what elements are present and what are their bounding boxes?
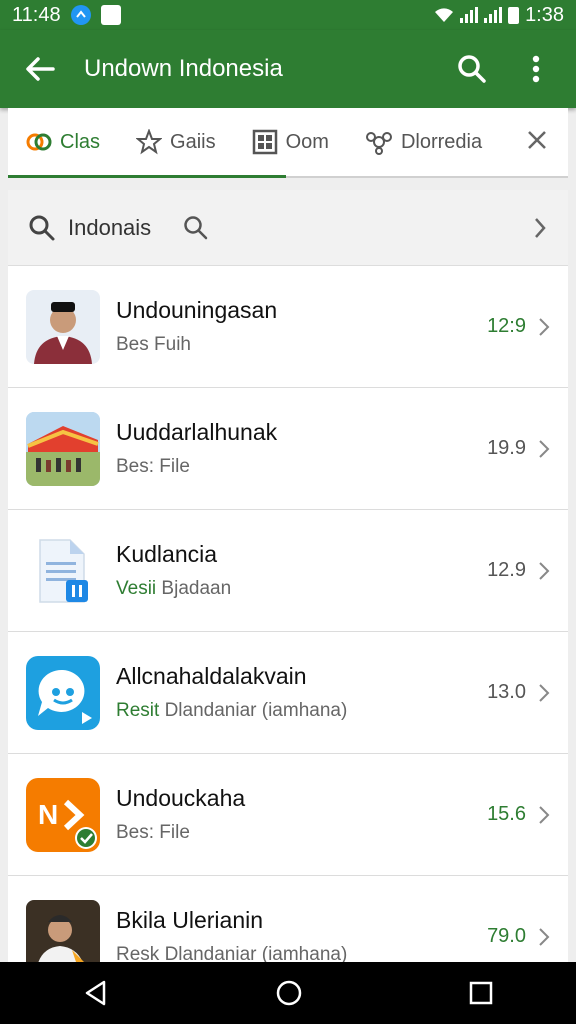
search-icon: [458, 55, 486, 83]
tab-label: Oom: [285, 130, 329, 153]
tab-label: Dlorredia: [400, 130, 483, 153]
item-title: Bkila Ulerianin: [116, 907, 264, 933]
nav-home-icon[interactable]: [275, 979, 303, 1007]
signal-icon: [460, 7, 479, 23]
close-tabs-button[interactable]: [506, 126, 568, 158]
item-subtitle: Bes: File: [116, 456, 190, 477]
list-item[interactable]: N Undouckaha Bes: File 15.6: [8, 754, 568, 876]
search-icon: [29, 215, 55, 240]
chevron-right-icon: [539, 561, 550, 580]
chevron-right-icon: [539, 439, 550, 458]
app-bar: Undown Indonesia: [0, 30, 576, 108]
nav-recents-icon[interactable]: [468, 980, 494, 1006]
chevron-right-icon: [539, 317, 550, 336]
item-title: Kudlancia: [116, 541, 218, 567]
item-title: Undouningasan: [116, 297, 278, 323]
battery-icon: [508, 6, 520, 24]
portrait-thumbnail: [26, 289, 100, 364]
signal-icon-2: [484, 7, 503, 23]
item-title: Undouckaha: [116, 785, 246, 811]
tab-clas[interactable]: Clas: [8, 108, 118, 176]
app-notification-icon: [100, 5, 121, 25]
status-time-left: 11:48: [12, 3, 61, 26]
item-value: 12.9: [487, 559, 526, 581]
item-subtitle: Dlandaniar (iamhana): [164, 700, 348, 721]
search-row[interactable]: Indonais: [8, 190, 568, 266]
category-tabs: Clas Gaiis Oom Dlorredia: [8, 108, 568, 178]
item-title: Allcnahaldalakvain: [116, 663, 307, 689]
item-subtitle: Bjadaan: [161, 578, 232, 599]
item-subtitle: Bes Fuih: [116, 334, 191, 355]
status-bar: 11:48 1:38: [0, 0, 576, 30]
item-value: 79.0: [487, 925, 526, 947]
nav-back-icon[interactable]: [82, 979, 110, 1007]
cross-logo-icon: [26, 133, 52, 151]
chevron-right-icon: [539, 927, 550, 946]
results-list: Undouningasan Bes Fuih 12:9 Uuddarlalhun…: [8, 266, 568, 962]
item-subtitle-highlight: Resit: [116, 700, 160, 721]
list-item[interactable]: Uuddarlalhunak Bes: File 19.9: [8, 388, 568, 510]
ornament-icon: [365, 132, 392, 155]
search-button[interactable]: [452, 49, 492, 89]
system-nav-bar: [0, 962, 576, 1024]
chat-app-thumbnail: [26, 655, 100, 730]
wifi-icon: [435, 8, 454, 22]
star-icon: [136, 129, 163, 155]
back-arrow-icon: [26, 57, 55, 81]
document-thumbnail: [26, 533, 100, 608]
item-subtitle: Resk Dlandaniar (iamhana): [116, 944, 348, 962]
tab-gaiis[interactable]: Gaiis: [118, 108, 234, 176]
tab-oom[interactable]: Oom: [234, 108, 347, 176]
item-value: 12:9: [487, 315, 526, 337]
item-title: Uuddarlalhunak: [116, 419, 278, 445]
more-vert-icon: [532, 55, 540, 83]
status-time-right: 1:38: [525, 3, 564, 26]
overflow-menu-button[interactable]: [516, 49, 556, 89]
item-value: 19.9: [487, 437, 526, 459]
chevron-right-icon[interactable]: [532, 216, 548, 240]
item-value: 13.0: [487, 681, 526, 703]
notification-icon: [70, 5, 91, 25]
active-tab-indicator: [8, 175, 286, 178]
svg-text:N: N: [38, 799, 58, 830]
tab-dlorredia[interactable]: Dlorredia: [347, 108, 500, 176]
chevron-right-icon: [539, 805, 550, 824]
item-subtitle-highlight: Vesii: [116, 578, 157, 599]
app-logo-thumbnail: N: [26, 777, 100, 852]
tab-label: Gaiis: [170, 130, 216, 153]
close-icon: [528, 131, 546, 149]
item-value: 15.6: [487, 803, 526, 825]
list-item[interactable]: Undouningasan Bes Fuih 12:9: [8, 266, 568, 388]
list-item[interactable]: Allcnahaldalakvain Resit Dlandaniar (iam…: [8, 632, 568, 754]
festival-thumbnail: [26, 411, 100, 486]
grid-icon: [252, 129, 277, 155]
list-item[interactable]: Bkila Ulerianin Resk Dlandaniar (iamhana…: [8, 876, 568, 962]
portrait-thumbnail: [26, 899, 100, 962]
back-button[interactable]: [20, 49, 60, 89]
search-label: Indonais: [68, 214, 152, 240]
tab-label: Clas: [60, 130, 101, 153]
list-item[interactable]: Kudlancia Vesii Bjadaan 12.9: [8, 510, 568, 632]
chevron-right-icon: [539, 683, 550, 702]
page-title: Undown Indonesia: [84, 55, 283, 82]
item-subtitle: Bes: File: [116, 822, 190, 843]
search-secondary-icon[interactable]: [183, 215, 209, 241]
